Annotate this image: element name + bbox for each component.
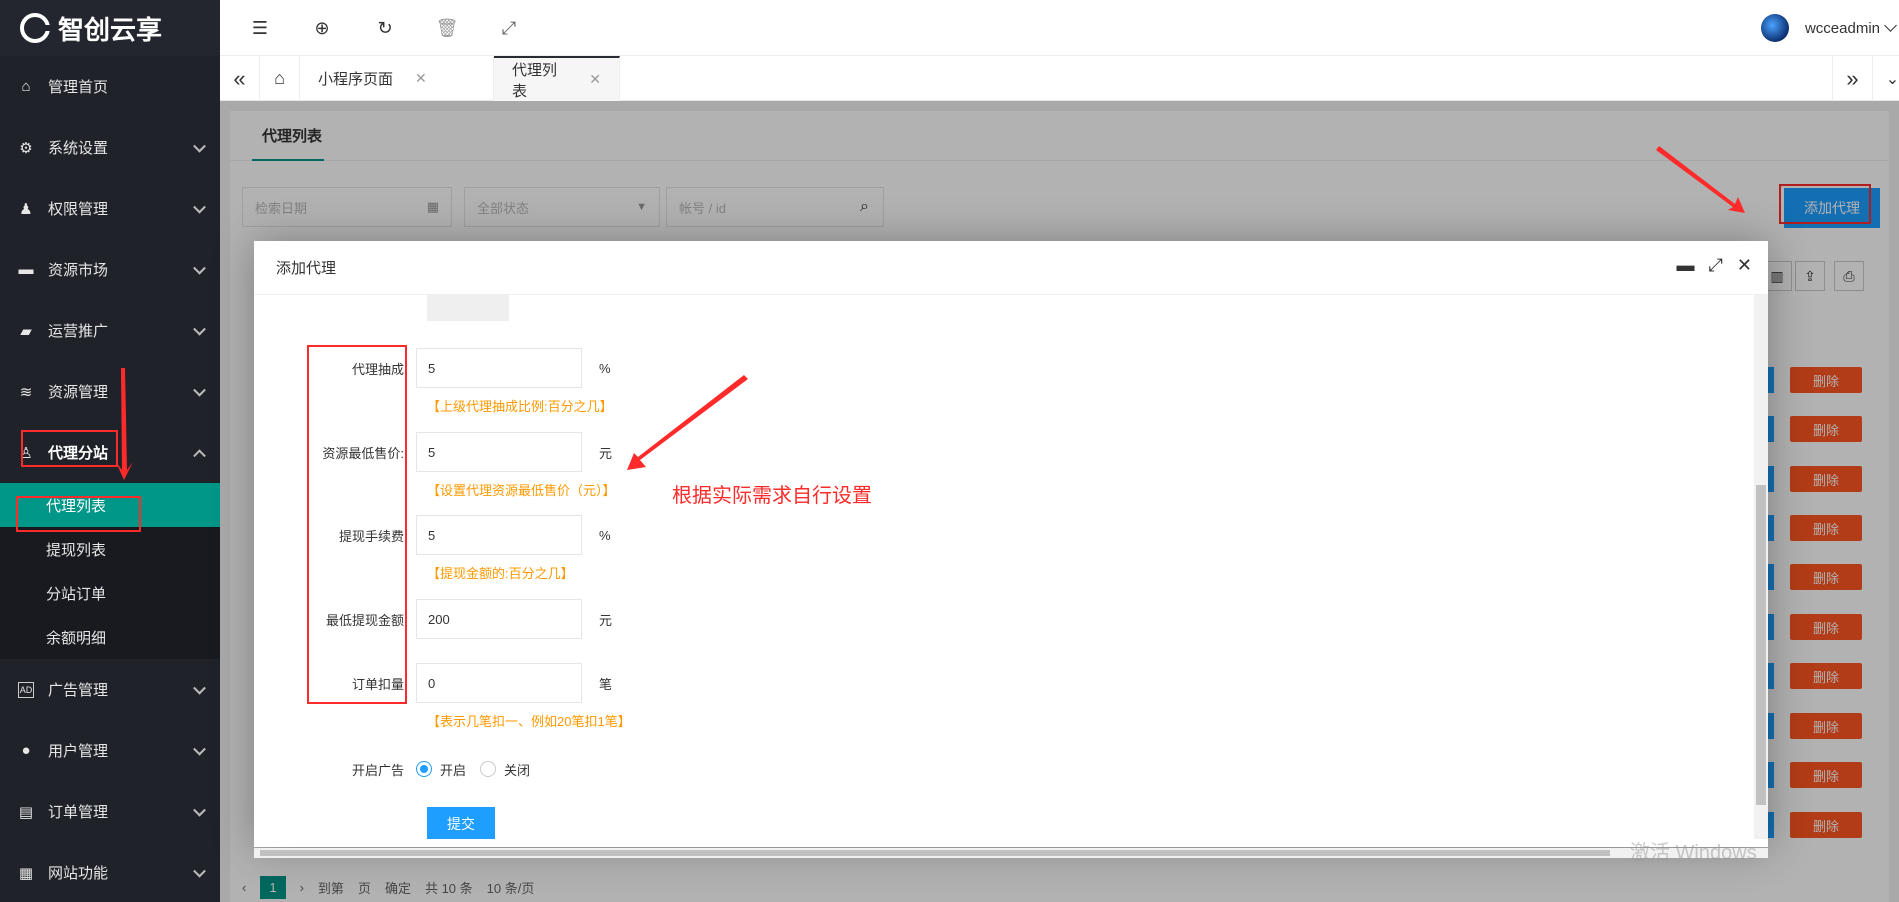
annotation-arrows <box>116 146 1745 480</box>
annotation-arrow-down <box>116 368 133 480</box>
windows-watermark: 激活 Windows <box>1630 842 1757 864</box>
annotation-text: 根据实际需求自行设置 <box>672 485 872 507</box>
annotation-arrow-add-button <box>1656 146 1745 213</box>
annotation-arrow-form <box>627 375 748 470</box>
